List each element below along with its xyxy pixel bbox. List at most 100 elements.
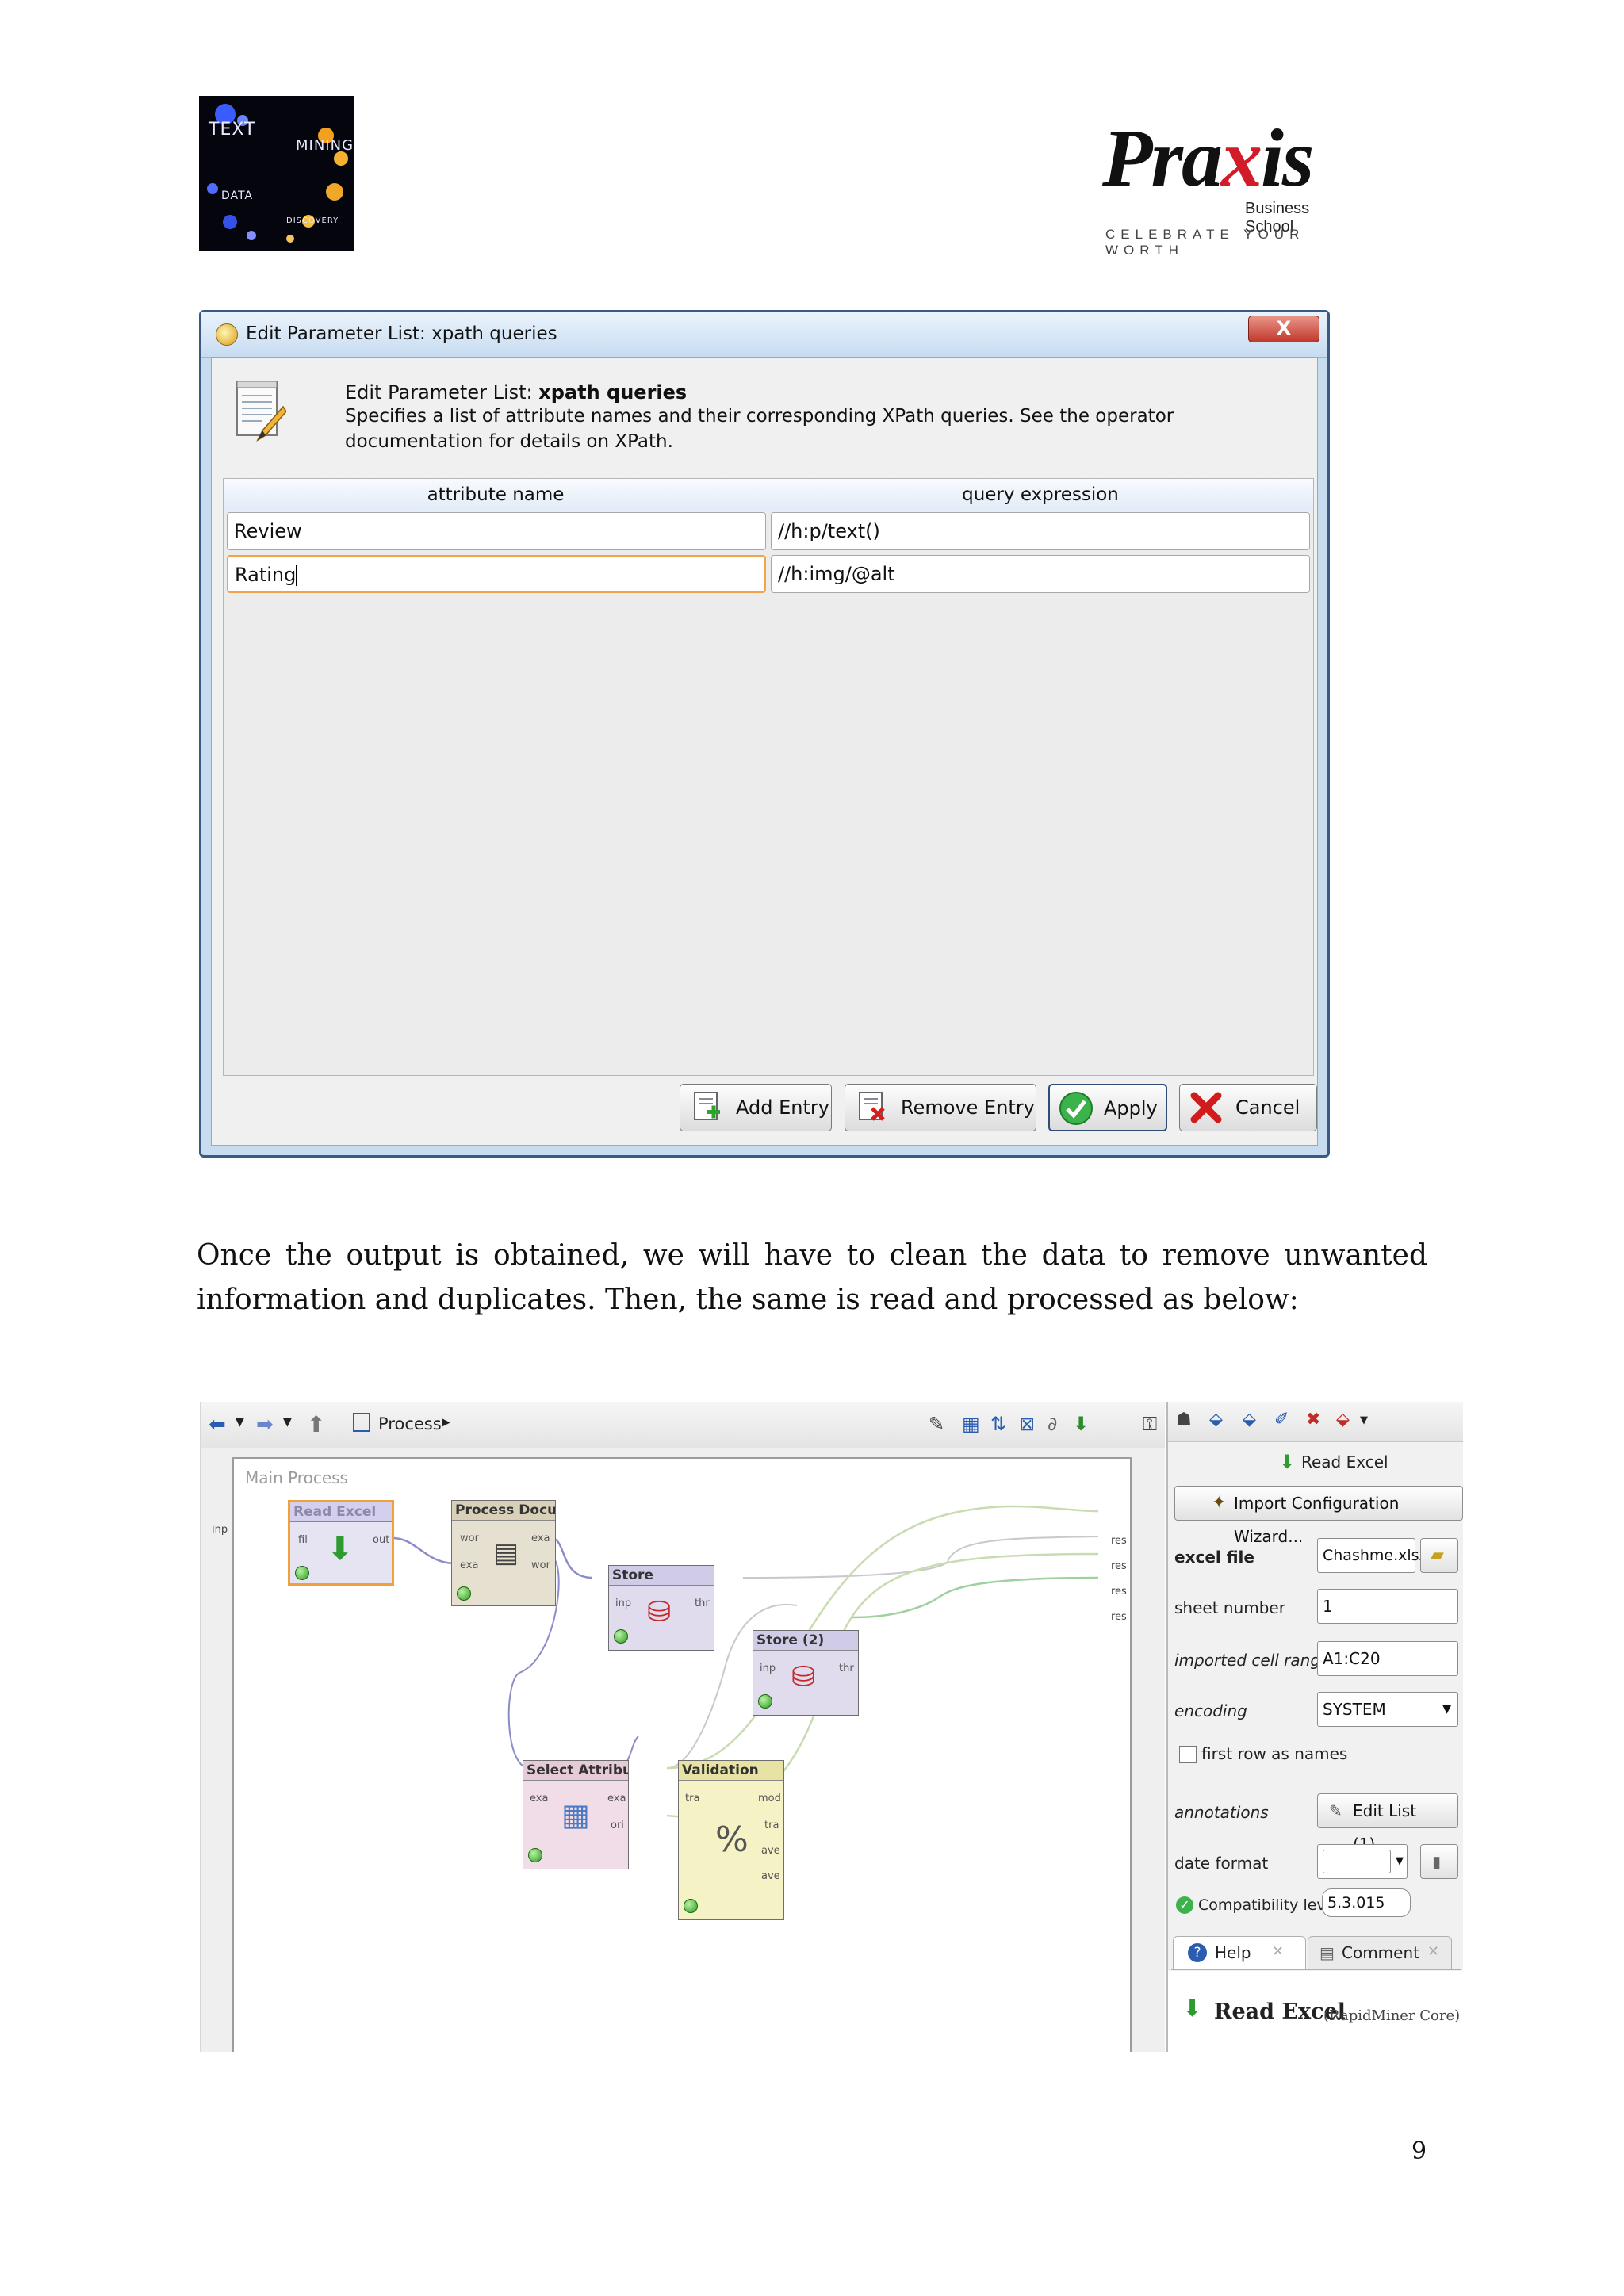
param-label-encoding: encoding <box>1174 1701 1247 1720</box>
edit-list-button[interactable]: ✎ Edit List (1)... <box>1317 1793 1458 1854</box>
status-led <box>528 1848 542 1862</box>
lock-icon[interactable]: ⚿ <box>1143 1413 1157 1435</box>
status-led <box>758 1694 772 1709</box>
back-arrow-icon[interactable]: ⬅ <box>209 1413 226 1437</box>
tab-help[interactable]: ? Help ✕ <box>1173 1936 1306 1969</box>
operator-info-icon[interactable]: ⬙ <box>1209 1410 1223 1429</box>
remove-entry-label: Remove Entry <box>901 1096 1035 1119</box>
read-excel-icon: ⬇ <box>327 1531 354 1567</box>
expert-mode-icon[interactable]: ☗ <box>1176 1410 1192 1429</box>
sheet-number-input[interactable]: 1 <box>1317 1589 1458 1624</box>
operator-title: Select Attribu... <box>523 1761 628 1781</box>
checkbox-label: first row as names <box>1201 1744 1348 1763</box>
chevron-down-icon[interactable]: ▼ <box>236 1416 244 1429</box>
status-led <box>614 1629 628 1644</box>
column-header-attribute-name[interactable]: attribute name <box>224 479 768 511</box>
fit-icon[interactable]: ▦ <box>962 1413 980 1435</box>
cell-range-input[interactable]: A1:C20 <box>1317 1641 1458 1676</box>
port-label: wor <box>460 1533 479 1544</box>
status-led <box>295 1566 309 1580</box>
select-attributes-grid-icon: ▦ <box>561 1797 590 1832</box>
compatibility-level-value: 5.3.015 <box>1327 1894 1385 1911</box>
breakpoint-icon[interactable]: ⬙ <box>1336 1410 1350 1429</box>
port-label: ave <box>761 1845 780 1857</box>
paragraph-line: information and duplicates. Then, the sa… <box>197 1284 1299 1316</box>
edit-list-icon: ✎ <box>1329 1801 1342 1820</box>
apply-button[interactable]: Apply <box>1048 1084 1167 1131</box>
chevron-right-icon[interactable]: ▶ <box>442 1416 450 1429</box>
port-label: inp <box>615 1598 632 1609</box>
apply-label: Apply <box>1104 1097 1158 1119</box>
process-toolbar: ⬅ ▼ ➡ ▼ ⬆ Process ▶ ✎ ▦ ⇅ ⊠ ∂ ⬇ ⚿ <box>201 1402 1165 1448</box>
close-tab-icon[interactable]: ✕ <box>1272 1943 1284 1960</box>
help-subtitle: (RapidMiner Core) <box>1323 2007 1461 2024</box>
result-port[interactable]: res <box>1111 1586 1127 1598</box>
forward-arrow-icon[interactable]: ➡ <box>256 1413 274 1437</box>
query-expression-cell[interactable]: //h:img/@alt <box>771 555 1310 593</box>
delete-icon[interactable]: ✖ <box>1306 1410 1320 1429</box>
run-icon[interactable]: ⬇ <box>1073 1413 1089 1435</box>
result-port[interactable]: res <box>1111 1535 1127 1547</box>
chevron-down-icon[interactable]: ▼ <box>283 1416 292 1429</box>
chevron-down-icon: ▼ <box>1442 1703 1451 1716</box>
operator-store[interactable]: Store inp thr ⛁ <box>608 1565 714 1651</box>
parameters-toolbar: ☗ ⬙ ⬙ ✐ ✖ ⬙ ▼ <box>1168 1402 1463 1442</box>
store-database-icon: ⛁ <box>791 1661 816 1693</box>
auto-wire-icon[interactable]: ✎ <box>929 1413 944 1435</box>
operator-validation[interactable]: Validation tra mod tra ave ave % <box>678 1760 784 1920</box>
first-row-as-names-checkbox[interactable] <box>1179 1746 1197 1763</box>
read-excel-icon: ⬇ <box>1279 1451 1296 1473</box>
operator-process-documents[interactable]: Process Docu... wor exa exa wor ▤ <box>451 1500 556 1606</box>
operator-select-attributes[interactable]: Select Attribu... exa exa ori ▦ <box>523 1760 629 1869</box>
up-arrow-icon[interactable]: ⬆ <box>307 1411 325 1437</box>
logo-dot <box>247 231 256 240</box>
close-tab-icon[interactable]: ✕ <box>1427 1943 1439 1960</box>
breadcrumb-process[interactable]: Process <box>378 1414 442 1433</box>
cancel-button[interactable]: Cancel <box>1179 1084 1317 1131</box>
enable-icon[interactable]: ⬙ <box>1243 1410 1256 1429</box>
encoding-select[interactable]: SYSTEM ▼ <box>1317 1692 1458 1727</box>
operator-title: Store (2) <box>753 1631 858 1651</box>
excel-file-input[interactable]: Chashme.xlsx <box>1317 1538 1428 1573</box>
tab-comment[interactable]: ▤ Comment ✕ <box>1308 1936 1452 1969</box>
chevron-down-icon: ▼ <box>1396 1855 1404 1867</box>
port-label: wor <box>531 1559 550 1571</box>
operator-store-2[interactable]: Store (2) inp thr ⛁ <box>753 1630 859 1716</box>
compatibility-level-spinner[interactable]: 5.3.015 <box>1322 1888 1411 1917</box>
help-icon: ? <box>1188 1943 1207 1962</box>
link-icon[interactable]: ∂ <box>1048 1413 1057 1435</box>
close-button[interactable]: X <box>1248 316 1320 342</box>
operator-read-excel[interactable]: Read Excel fil out ⬇ <box>288 1500 394 1586</box>
logo-text: DISCOVERY <box>286 216 339 225</box>
arrange-icon[interactable]: ⇅ <box>990 1413 1006 1435</box>
port-label: exa <box>460 1559 479 1571</box>
parameters-panel: ☗ ⬙ ⬙ ✐ ✖ ⬙ ▼ ⬇ Read Excel ✦ Import Conf… <box>1166 1402 1463 2052</box>
operator-title: Read Excel <box>290 1502 392 1522</box>
date-format-input[interactable]: ▼ <box>1317 1844 1408 1879</box>
import-wizard-button[interactable]: ✦ Import Configuration Wizard... <box>1174 1486 1463 1546</box>
result-port[interactable]: res <box>1111 1611 1127 1623</box>
browse-file-button[interactable]: ▰ <box>1420 1538 1458 1573</box>
add-entry-button[interactable]: Add Entry <box>680 1084 832 1131</box>
dialog-titlebar[interactable]: Edit Parameter List: xpath queries X <box>201 312 1327 358</box>
chevron-down-icon[interactable]: ▼ <box>1360 1414 1368 1426</box>
add-entry-icon <box>694 1092 720 1120</box>
main-process-canvas[interactable]: Main Process Read Excel fil out ⬇ Proces… <box>232 1457 1132 2052</box>
date-format-button[interactable]: ▮ <box>1420 1844 1458 1879</box>
operator-title: Store <box>609 1566 714 1586</box>
process-input-port[interactable]: inp <box>212 1524 228 1536</box>
logo-dot <box>223 215 237 229</box>
port-label: ave <box>761 1870 780 1882</box>
attribute-name-cell[interactable]: Review <box>227 512 766 550</box>
zoom-icon[interactable]: ⊠ <box>1019 1413 1035 1435</box>
result-port[interactable]: res <box>1111 1560 1127 1572</box>
port-label: tra <box>764 1820 779 1831</box>
column-header-query-expression[interactable]: query expression <box>768 479 1313 511</box>
parameter-table: attribute name query expression Review /… <box>223 478 1314 1076</box>
rapidminer-process-screenshot: ⬅ ▼ ➡ ▼ ⬆ Process ▶ ✎ ▦ ⇅ ⊠ ∂ ⬇ ⚿ Main P… <box>200 1402 1463 2052</box>
rename-icon[interactable]: ✐ <box>1274 1410 1289 1429</box>
attribute-name-cell-editing[interactable]: Rating <box>227 555 766 593</box>
query-expression-cell[interactable]: //h:p/text() <box>771 512 1310 550</box>
compatibility-check-icon: ✓ <box>1176 1896 1193 1914</box>
remove-entry-button[interactable]: Remove Entry <box>845 1084 1036 1131</box>
